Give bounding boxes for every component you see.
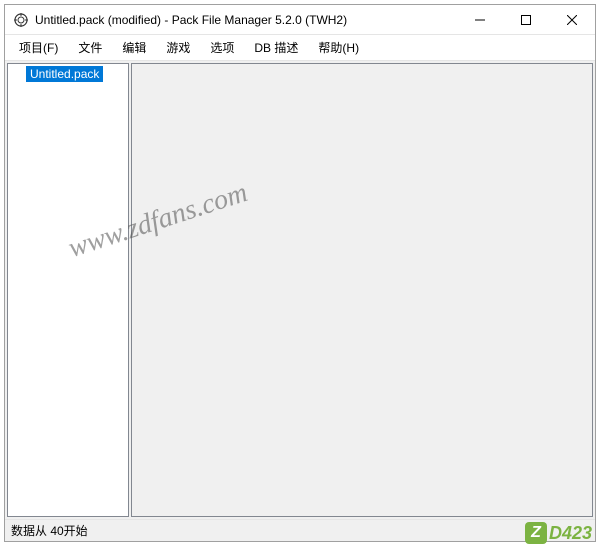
menu-edit[interactable]: 编辑 [112, 36, 156, 59]
content-area: Untitled.pack [5, 61, 595, 519]
window-title: Untitled.pack (modified) - Pack File Man… [35, 13, 457, 27]
badge-label: D423 [549, 523, 592, 544]
close-button[interactable] [549, 5, 595, 34]
app-icon [13, 12, 29, 28]
menu-options[interactable]: 选项 [200, 36, 244, 59]
badge-icon: Z [525, 522, 547, 544]
titlebar: Untitled.pack (modified) - Pack File Man… [5, 5, 595, 35]
menu-db-desc[interactable]: DB 描述 [244, 36, 308, 59]
menu-help[interactable]: 帮助(H) [308, 36, 369, 59]
app-window: Untitled.pack (modified) - Pack File Man… [4, 4, 596, 542]
tree-root-item[interactable]: Untitled.pack [26, 66, 103, 82]
minimize-button[interactable] [457, 5, 503, 34]
tree-panel[interactable]: Untitled.pack [7, 63, 129, 517]
menu-game[interactable]: 游戏 [156, 36, 200, 59]
window-controls [457, 5, 595, 34]
menu-file[interactable]: 文件 [68, 36, 112, 59]
site-badge: Z D423 [525, 522, 592, 544]
maximize-button[interactable] [503, 5, 549, 34]
menubar: 项目(F) 文件 编辑 游戏 选项 DB 描述 帮助(H) [5, 35, 595, 61]
statusbar: 数据从 40开始 [5, 519, 595, 541]
status-text: 数据从 40开始 [11, 522, 88, 539]
main-panel [131, 63, 593, 517]
menu-project[interactable]: 项目(F) [9, 36, 68, 59]
